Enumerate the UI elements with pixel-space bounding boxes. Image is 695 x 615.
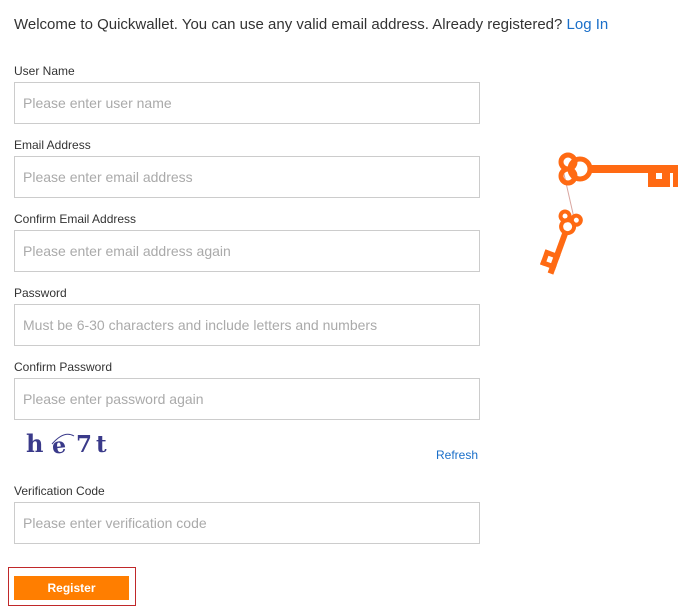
verification-code-label: Verification Code [14, 484, 105, 498]
captcha-char: t [96, 431, 107, 458]
verification-code-input[interactable] [14, 502, 480, 544]
captcha-char: e [51, 432, 68, 459]
keys-icon [539, 152, 678, 275]
email-address-label: Email Address [14, 138, 91, 152]
email-address-input[interactable] [14, 156, 480, 198]
refresh-captcha-link[interactable]: Refresh [436, 448, 478, 462]
captcha-char: 7 [76, 431, 92, 458]
user-name-label: User Name [14, 64, 75, 78]
welcome-message: Welcome to Quickwallet. You can use any … [14, 16, 608, 33]
captcha-image: h e 7 t [26, 429, 107, 460]
confirm-email-input[interactable] [14, 230, 480, 272]
login-link[interactable]: Log In [567, 16, 609, 33]
welcome-text: Welcome to Quickwallet. You can use any … [14, 16, 563, 33]
confirm-email-label: Confirm Email Address [14, 212, 137, 226]
user-name-input[interactable] [14, 82, 480, 124]
password-input[interactable] [14, 304, 480, 346]
captcha-char: h [26, 429, 43, 458]
register-button[interactable]: Register [14, 576, 129, 600]
confirm-password-input[interactable] [14, 378, 480, 420]
confirm-password-label: Confirm Password [14, 360, 113, 374]
password-label: Password [14, 286, 67, 300]
